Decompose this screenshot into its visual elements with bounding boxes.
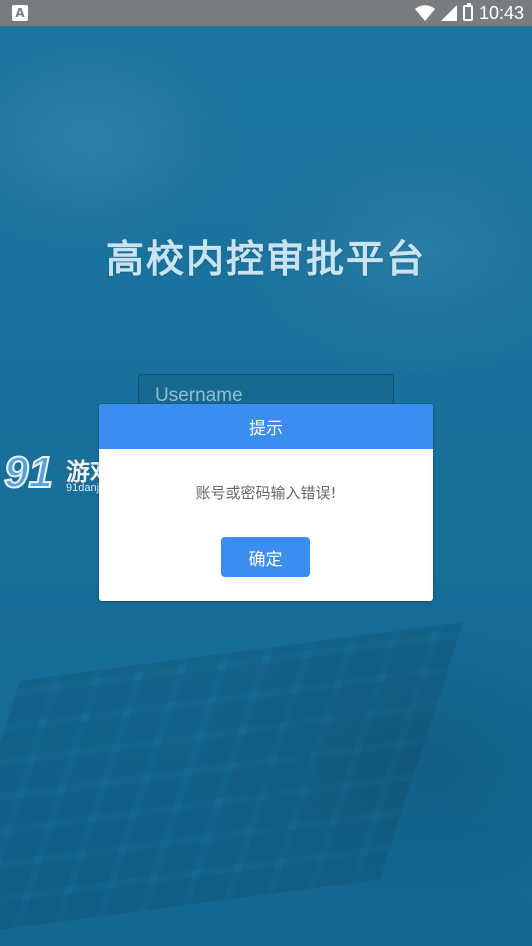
status-bar: A 10:43 <box>0 0 532 26</box>
app-title: 高校内控审批平台 <box>105 237 426 281</box>
battery-icon <box>462 3 473 21</box>
wifi-icon <box>414 5 435 21</box>
cellular-signal-icon <box>440 5 457 21</box>
dialog-message: 账号或密码输入错误! <box>195 484 337 502</box>
username-placeholder: Username <box>155 385 243 406</box>
alert-dialog: 提示 账号或密码输入错误! 确定 <box>99 404 433 601</box>
status-time: 10:43 <box>478 2 524 23</box>
ok-button[interactable]: 确定 <box>221 537 310 577</box>
watermark-number: 91 <box>3 447 54 498</box>
notification-icon: A <box>12 5 28 21</box>
dialog-title: 提示 <box>99 404 433 449</box>
